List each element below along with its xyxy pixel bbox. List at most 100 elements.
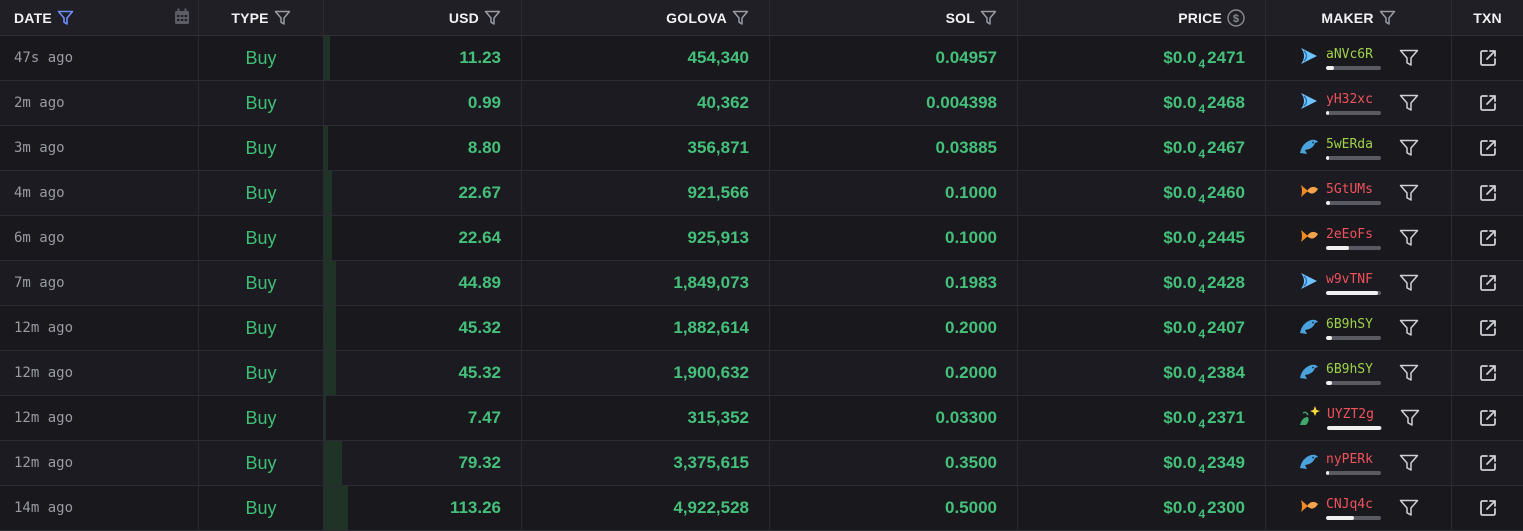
- usd-cell: 45.32: [324, 306, 522, 350]
- txn-cell: [1452, 216, 1523, 260]
- price-value: $0.0 4 2300: [1163, 498, 1245, 521]
- trade-type: Buy: [245, 407, 277, 428]
- external-link-icon[interactable]: [1479, 364, 1497, 382]
- sol-amount: 0.03885: [935, 138, 997, 157]
- price-zero-count: 4: [1198, 192, 1206, 206]
- filter-by-maker-icon[interactable]: [1399, 454, 1419, 472]
- sol-cell: 0.04957: [770, 36, 1018, 80]
- price-cell: $0.0 4 2349: [1018, 441, 1266, 485]
- sol-cell: 0.004398: [770, 81, 1018, 125]
- maker-address-link[interactable]: 5wERda: [1326, 137, 1381, 160]
- maker-address-link[interactable]: 6B9hSY: [1326, 317, 1381, 340]
- maker-holding-bar: [1326, 110, 1381, 115]
- trade-type: Buy: [245, 362, 277, 383]
- external-link-icon[interactable]: [1479, 319, 1497, 337]
- filter-by-maker-icon[interactable]: [1399, 364, 1419, 382]
- column-header-maker[interactable]: MAKER: [1266, 0, 1452, 35]
- usd-value: 113.26: [449, 498, 501, 517]
- maker-address: w9vTNF: [1326, 271, 1373, 287]
- filter-by-maker-icon[interactable]: [1399, 139, 1419, 157]
- maker-address-link[interactable]: yH32xc: [1326, 92, 1381, 115]
- date-cell: 14m ago: [0, 486, 199, 530]
- column-header-golova[interactable]: GOLOVA: [522, 0, 770, 35]
- maker-cell: UYZT2g: [1266, 396, 1452, 440]
- external-link-icon[interactable]: [1479, 274, 1497, 292]
- golova-amount: 454,340: [687, 48, 749, 67]
- type-filter-icon[interactable]: [274, 10, 291, 26]
- golova-filter-icon[interactable]: [732, 10, 749, 26]
- maker-holding-bar: [1326, 380, 1381, 385]
- maker-cell: 6B9hSY: [1266, 351, 1452, 395]
- fish-icon: [1298, 496, 1320, 521]
- maker-address-link[interactable]: 6B9hSY: [1326, 362, 1381, 385]
- filter-by-maker-icon[interactable]: [1400, 409, 1420, 427]
- column-header-price[interactable]: PRICE $: [1018, 0, 1266, 35]
- maker-filter-icon[interactable]: [1379, 10, 1396, 26]
- date-filter-icon[interactable]: [57, 10, 74, 26]
- golova-cell: 315,352: [522, 396, 770, 440]
- usd-cell: 79.32: [324, 441, 522, 485]
- external-link-icon[interactable]: [1479, 184, 1497, 202]
- filter-by-maker-icon[interactable]: [1399, 94, 1419, 112]
- external-link-icon[interactable]: [1479, 454, 1497, 472]
- txn-cell: [1452, 126, 1523, 170]
- usd-volume-bar: [324, 216, 332, 260]
- usd-value: 8.80: [467, 138, 501, 157]
- column-header-sol[interactable]: SOL: [770, 0, 1018, 35]
- trade-type: Buy: [245, 92, 277, 113]
- maker-address-link[interactable]: 5GtUMs: [1326, 182, 1381, 205]
- price-value: $0.0 4 2371: [1163, 408, 1245, 431]
- column-header-type[interactable]: TYPE: [199, 0, 324, 35]
- maker-address: 2eEoFs: [1326, 226, 1373, 242]
- maker-holding-bar: [1326, 290, 1381, 295]
- maker-cell: 5wERda: [1266, 126, 1452, 170]
- maker-holding-bar: [1326, 65, 1381, 70]
- trade-age: 47s ago: [14, 50, 74, 66]
- type-cell: Buy: [199, 216, 324, 260]
- filter-by-maker-icon[interactable]: [1399, 499, 1419, 517]
- column-header-date[interactable]: DATE: [0, 0, 199, 35]
- usd-filter-icon[interactable]: [484, 10, 501, 26]
- filter-by-maker-icon[interactable]: [1399, 229, 1419, 247]
- external-link-icon[interactable]: [1479, 499, 1497, 517]
- golova-amount: 1,849,073: [673, 273, 749, 292]
- table-header: DATE TYPE USD GOLOVA SOL PRICE $ MAKER T…: [0, 0, 1523, 36]
- date-cell: 6m ago: [0, 216, 199, 260]
- maker-holding-bar: [1326, 200, 1381, 205]
- external-link-icon[interactable]: [1479, 409, 1497, 427]
- column-header-usd[interactable]: USD: [324, 0, 522, 35]
- external-link-icon[interactable]: [1479, 139, 1497, 157]
- filter-by-maker-icon[interactable]: [1399, 319, 1419, 337]
- maker-address-link[interactable]: aNVc6R: [1326, 47, 1381, 70]
- external-link-icon[interactable]: [1479, 49, 1497, 67]
- calendar-icon[interactable]: [174, 8, 190, 28]
- trade-type: Buy: [245, 137, 277, 158]
- maker-address-link[interactable]: UYZT2g: [1327, 407, 1382, 430]
- external-link-icon[interactable]: [1479, 229, 1497, 247]
- price-digits: 2428: [1207, 273, 1245, 292]
- price-cell: $0.0 4 2371: [1018, 396, 1266, 440]
- table-row: 12m ago Buy 45.32 1,900,632 0.2000 $0.0 4 2384 6…: [0, 351, 1523, 396]
- maker-address-link[interactable]: nyPERk: [1326, 452, 1381, 475]
- usd-cell: 22.64: [324, 216, 522, 260]
- maker-address-link[interactable]: w9vTNF: [1326, 272, 1381, 295]
- filter-by-maker-icon[interactable]: [1399, 49, 1419, 67]
- filter-by-maker-icon[interactable]: [1399, 184, 1419, 202]
- price-cell: $0.0 4 2300: [1018, 486, 1266, 530]
- sol-cell: 0.3500: [770, 441, 1018, 485]
- sol-filter-icon[interactable]: [980, 10, 997, 26]
- price-cell: $0.0 4 2467: [1018, 126, 1266, 170]
- external-link-icon[interactable]: [1479, 94, 1497, 112]
- maker-cell: 5GtUMs: [1266, 171, 1452, 215]
- usd-value: 22.64: [458, 228, 501, 247]
- shrimp-icon: [1298, 271, 1320, 296]
- trade-age: 6m ago: [14, 230, 65, 246]
- filter-by-maker-icon[interactable]: [1399, 274, 1419, 292]
- maker-holding-fill: [1326, 380, 1332, 385]
- price-zero-count: 4: [1198, 462, 1206, 476]
- maker-address-link[interactable]: 2eEoFs: [1326, 227, 1381, 250]
- table-row: 12m ago Buy 79.32 3,375,615 0.3500 $0.0 4 2349 n…: [0, 441, 1523, 486]
- maker-address-link[interactable]: CNJq4c: [1326, 497, 1381, 520]
- price-prefix: $0.0: [1163, 453, 1197, 472]
- currency-toggle-icon[interactable]: $: [1227, 8, 1245, 27]
